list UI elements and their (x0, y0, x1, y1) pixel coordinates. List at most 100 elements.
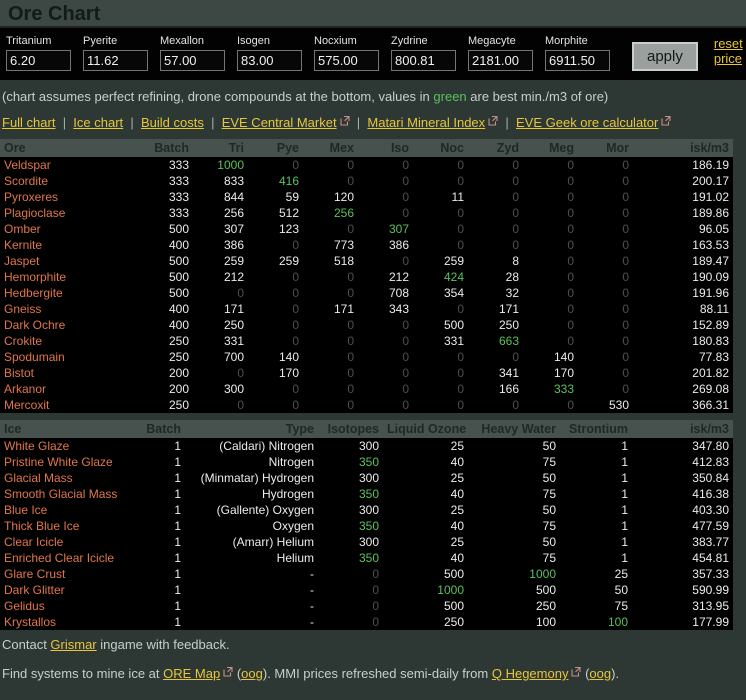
megacyte-price-input[interactable] (468, 50, 533, 71)
zydrine-price-input[interactable] (391, 50, 456, 71)
ore-name: Scordite (0, 173, 120, 189)
cell-value: 11 (413, 189, 468, 205)
q-hegemony-link[interactable]: Q Hegemony (492, 666, 569, 681)
nav-link-eve-geek-ore-calculator[interactable]: EVE Geek ore calculator (516, 115, 658, 130)
cell-value: 0 (468, 237, 523, 253)
ice-name: Pristine White Glaze (0, 454, 120, 470)
cell-value: - (185, 566, 318, 582)
cell-value: 0 (358, 189, 413, 205)
cell-value: 0 (303, 333, 358, 349)
cell-value: 512 (248, 205, 303, 221)
cell-value: 0 (468, 205, 523, 221)
cell-value: 96.05 (633, 221, 733, 237)
cell-value: 590.99 (632, 582, 733, 598)
cell-value: 0 (358, 365, 413, 381)
cell-value: 773 (303, 237, 358, 253)
cell-value: 400 (120, 237, 193, 253)
nav-link-build-costs[interactable]: Build costs (141, 115, 204, 130)
ore-table: Ore Batch Tri Pye Mex Iso Noc Zyd Meg Mor isk/m3 Ve… (0, 139, 733, 413)
cell-value: 0 (303, 221, 358, 237)
cell-value: 0 (303, 173, 358, 189)
tritanium-price-input[interactable] (6, 50, 71, 71)
cell-value: 0 (248, 269, 303, 285)
column-header-batch: Batch (120, 420, 185, 438)
cell-value: 350 (318, 486, 383, 502)
cell-value: 170 (523, 365, 578, 381)
cell-value: 250 (383, 614, 468, 630)
nav-separator: | (55, 115, 74, 130)
nav-link-matari-mineral-index[interactable]: Matari Mineral Index (367, 115, 485, 130)
cell-value: 0 (248, 301, 303, 317)
column-header-noc: Noc (413, 139, 468, 157)
oog-link-1[interactable]: oog (241, 666, 263, 681)
price-field-label: Megacyte (468, 35, 516, 47)
external-link-icon (571, 665, 582, 680)
cell-value: 171 (468, 301, 523, 317)
footer-contact-line: Contact Grismar ingame with feedback. (2, 637, 746, 652)
cell-value: 300 (318, 438, 383, 454)
ore-name: Plagioclase (0, 205, 120, 221)
nocxium-price-input[interactable] (314, 50, 379, 71)
cell-value: 0 (193, 365, 248, 381)
price-field-morphite: Morphite (545, 35, 614, 71)
apply-button[interactable]: apply (632, 42, 698, 71)
cell-value: 1 (560, 502, 632, 518)
cell-value: 0 (303, 285, 358, 301)
grismar-link[interactable]: Grismar (50, 637, 96, 652)
reset-price-link[interactable]: reset price (714, 36, 743, 66)
cell-value: 0 (318, 582, 383, 598)
cell-value: 250 (120, 349, 193, 365)
cell-value: 0 (358, 381, 413, 397)
mexallon-price-input[interactable] (160, 50, 225, 71)
cell-value: 40 (383, 454, 468, 470)
ore-name: Spodumain (0, 349, 120, 365)
cell-value: 0 (413, 381, 468, 397)
oog-link-2[interactable]: oog (589, 666, 611, 681)
isogen-price-input[interactable] (237, 50, 302, 71)
cell-value: (Caldari) Nitrogen (185, 438, 318, 454)
cell-value: 333 (523, 381, 578, 397)
cell-value: 1 (120, 566, 185, 582)
nav-link-ice-chart[interactable]: Ice chart (73, 115, 123, 130)
cell-value: 0 (523, 221, 578, 237)
cell-value: 250 (193, 317, 248, 333)
cell-value: 500 (383, 598, 468, 614)
cell-value: 333 (120, 205, 193, 221)
cell-value: 0 (358, 173, 413, 189)
cell-value: 0 (523, 333, 578, 349)
ice-name: Enriched Clear Icicle (0, 550, 120, 566)
cell-value: 454.81 (632, 550, 733, 566)
cell-value: 166 (468, 381, 523, 397)
cell-value: 50 (468, 438, 560, 454)
cell-value: 1 (120, 470, 185, 486)
price-field-label: Tritanium (6, 35, 52, 47)
cell-value: 530 (578, 397, 633, 413)
cell-value: 708 (358, 285, 413, 301)
cell-value: 200.17 (633, 173, 733, 189)
nav-link-full-chart[interactable]: Full chart (2, 115, 55, 130)
cell-value: 75 (468, 518, 560, 534)
cell-value: 1000 (468, 566, 560, 582)
cell-value: 1 (120, 550, 185, 566)
cell-value: 833 (193, 173, 248, 189)
cell-value: 191.96 (633, 285, 733, 301)
morphite-price-input[interactable] (545, 50, 610, 71)
cell-value: 1 (560, 486, 632, 502)
cell-value: 0 (193, 397, 248, 413)
table-row: Mercoxit 250 0 0 0 0 0 0 0 530 366.31 (0, 397, 733, 413)
ore-map-link[interactable]: ORE Map (163, 666, 220, 681)
ice-name: Krystallos (0, 614, 120, 630)
cell-value: 75 (560, 598, 632, 614)
cell-value: 307 (358, 221, 413, 237)
cell-value: 416.38 (632, 486, 733, 502)
cell-value: 0 (468, 157, 523, 173)
cell-value: 250 (120, 397, 193, 413)
cell-value: 0 (523, 205, 578, 221)
nav-link-eve-central-market[interactable]: EVE Central Market (222, 115, 337, 130)
cell-value: 500 (120, 253, 193, 269)
pyerite-price-input[interactable] (83, 50, 148, 71)
cell-value: 0 (303, 269, 358, 285)
cell-value: Oxygen (185, 518, 318, 534)
cell-value: 100 (560, 614, 632, 630)
cell-value: 313.95 (632, 598, 733, 614)
